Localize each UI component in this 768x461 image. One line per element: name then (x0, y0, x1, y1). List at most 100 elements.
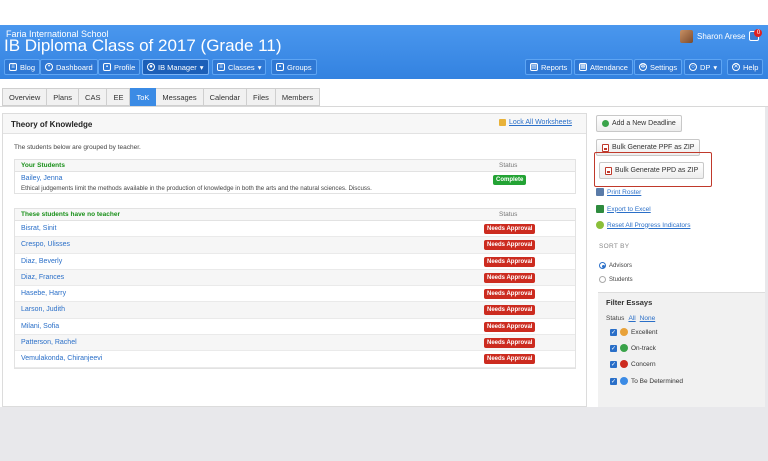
nav-attendance-button[interactable]: ▦ Attendance (574, 59, 633, 75)
filter-status-label: Status (606, 315, 625, 322)
table-row[interactable]: Diaz, Frances Needs Approval (15, 269, 575, 287)
header-bar: Faria International School IB Diploma Cl… (0, 25, 768, 79)
blog-icon: ≡ (9, 63, 17, 71)
status-badge: Needs Approval (484, 289, 536, 300)
sort-advisors-radio[interactable]: Advisors (599, 262, 632, 269)
nav-reports-button[interactable]: ▤ Reports (525, 59, 573, 75)
student-name-link[interactable]: Bisrat, Sinit (21, 225, 56, 232)
table-row[interactable]: Bailey, Jenna Ethical judgements limit t… (15, 172, 575, 193)
student-name-link[interactable]: Crespo, Ulisses (21, 241, 70, 248)
page-footer-area (0, 407, 768, 461)
panel-title: Theory of Knowledge (11, 120, 93, 129)
status-badge: Needs Approval (484, 305, 536, 316)
right-sidebar: Add a New Deadline Bulk Generate PPF as … (587, 107, 768, 407)
checkbox-checked-icon: ✓ (610, 344, 617, 352)
status-header: Status (499, 211, 518, 218)
table-row[interactable]: Vemulakonda, Chiranjeevi Needs Approval (15, 351, 575, 368)
settings-icon: ✻ (639, 63, 647, 71)
print-icon (596, 188, 604, 196)
checkbox-checked-icon: ✓ (610, 328, 617, 336)
tab-ee[interactable]: EE (107, 88, 131, 106)
filter-title: Filter Essays (606, 298, 653, 307)
grid-menu-icon[interactable]: 0 (749, 29, 763, 41)
attendance-icon: ▦ (579, 63, 587, 71)
nav-dp-search-button[interactable]: ○ DP ▾ (684, 59, 723, 75)
table-row[interactable]: Diaz, Beverly Needs Approval (15, 254, 575, 270)
filter-concern-checkbox[interactable]: ✓ Concern (610, 360, 656, 368)
nav-blog-button[interactable]: ≡ Blog (4, 59, 41, 75)
nav-ib-manager-button[interactable]: ● IB Manager ▾ (142, 59, 209, 75)
tab-overview[interactable]: Overview (2, 88, 48, 106)
reset-progress-link[interactable]: Reset All Progress Indicators (596, 221, 690, 229)
section-title: Your Students (21, 162, 65, 169)
table-row[interactable]: Milani, Sofia Needs Approval (15, 319, 575, 336)
tab-bar: Overview Plans CAS EE ToK Messages Calen… (2, 88, 321, 106)
filter-tbd-checkbox[interactable]: ✓ To Be Determined (610, 377, 683, 385)
tab-members[interactable]: Members (275, 88, 321, 106)
student-name-link[interactable]: Larson, Judith (21, 306, 65, 313)
panel-header: Theory of Knowledge Lock All Worksheets (3, 114, 586, 134)
sort-by-label: SORT BY (599, 243, 630, 250)
add-deadline-button[interactable]: Add a New Deadline (596, 115, 682, 132)
filter-on-track-checkbox[interactable]: ✓ On-track (610, 344, 656, 352)
avatar[interactable] (680, 29, 693, 43)
table-row[interactable]: Crespo, Ulisses Needs Approval (15, 237, 575, 254)
filter-all-link[interactable]: All (628, 315, 635, 322)
no-teacher-section: These students have no teacher Status Bi… (14, 208, 576, 369)
lock-all-worksheets-link[interactable]: Lock All Worksheets (499, 119, 572, 126)
tab-messages[interactable]: Messages (156, 88, 204, 106)
tab-calendar[interactable]: Calendar (203, 88, 248, 106)
section-header: These students have no teacher Status (15, 209, 575, 221)
student-name-link[interactable]: Hasebe, Harry (21, 290, 66, 297)
your-students-section: Your Students Status Bailey, Jenna Ethic… (14, 159, 576, 194)
help-icon: ✕ (732, 63, 740, 71)
student-name-link[interactable]: Vemulakonda, Chiranjeevi (21, 355, 102, 362)
pdf-icon (605, 166, 612, 175)
status-badge: Needs Approval (484, 321, 536, 332)
tab-plans[interactable]: Plans (47, 88, 80, 106)
lock-icon (499, 119, 506, 126)
filter-excellent-checkbox[interactable]: ✓ Excellent (610, 328, 657, 336)
chevron-down-icon: ▾ (257, 62, 262, 72)
status-header: Status (499, 162, 518, 169)
user-menu[interactable]: Sharon Arese 0 (680, 29, 763, 43)
flag-icon (620, 344, 628, 352)
app-window: Faria International School IB Diploma Cl… (0, 0, 768, 461)
sort-students-radio[interactable]: Students (599, 276, 633, 283)
student-name-link[interactable]: Milani, Sofia (21, 323, 59, 330)
checkbox-checked-icon: ✓ (610, 360, 617, 368)
nav-classes-button[interactable]: ≡ Classes ▾ (212, 59, 267, 75)
student-name-link[interactable]: Bailey, Jenna (21, 175, 63, 182)
nav-help-button[interactable]: ✕ Help (727, 59, 764, 75)
nav-settings-button[interactable]: ✻ Settings (634, 59, 683, 75)
tab-tok[interactable]: ToK (130, 88, 157, 106)
table-row[interactable]: Bisrat, Sinit Needs Approval (15, 221, 575, 238)
filter-none-link[interactable]: None (640, 315, 656, 322)
table-row[interactable]: Hasebe, Harry Needs Approval (15, 286, 575, 303)
flag-icon (620, 360, 628, 368)
tab-cas[interactable]: CAS (79, 88, 108, 106)
student-list: Bisrat, Sinit Needs Approval Crespo, Ulis… (15, 221, 575, 368)
status-badge: Needs Approval (484, 224, 536, 234)
page-title: IB Diploma Class of 2017 (Grade 11) (4, 36, 282, 55)
essay-title: Ethical judgements limit the methods ava… (21, 185, 372, 192)
plus-icon (602, 120, 609, 127)
dashboard-icon: • (45, 63, 53, 71)
tok-panel: Theory of Knowledge Lock All Worksheets … (2, 113, 587, 407)
student-name-link[interactable]: Patterson, Rachel (21, 339, 77, 346)
bulk-ppd-button[interactable]: Bulk Generate PPD as ZIP (599, 162, 705, 179)
tab-files[interactable]: Files (247, 88, 276, 106)
user-name[interactable]: Sharon Arese (697, 32, 745, 41)
export-excel-link[interactable]: Export to Excel (596, 205, 651, 213)
status-badge: Needs Approval (484, 240, 536, 251)
table-row[interactable]: Larson, Judith Needs Approval (15, 302, 575, 319)
student-name-link[interactable]: Diaz, Beverly (21, 258, 62, 265)
radio-selected-icon (599, 262, 606, 269)
print-roster-link[interactable]: Print Roster (596, 188, 641, 196)
nav-groups-button[interactable]: ▪ Groups (271, 59, 317, 75)
table-row[interactable]: Patterson, Rachel Needs Approval (15, 335, 575, 352)
nav-profile-button[interactable]: ▪ Profile (98, 59, 141, 75)
nav-dashboard-button[interactable]: • Dashboard (40, 59, 98, 75)
notification-badge: 0 (754, 29, 763, 37)
student-name-link[interactable]: Diaz, Frances (21, 274, 64, 281)
